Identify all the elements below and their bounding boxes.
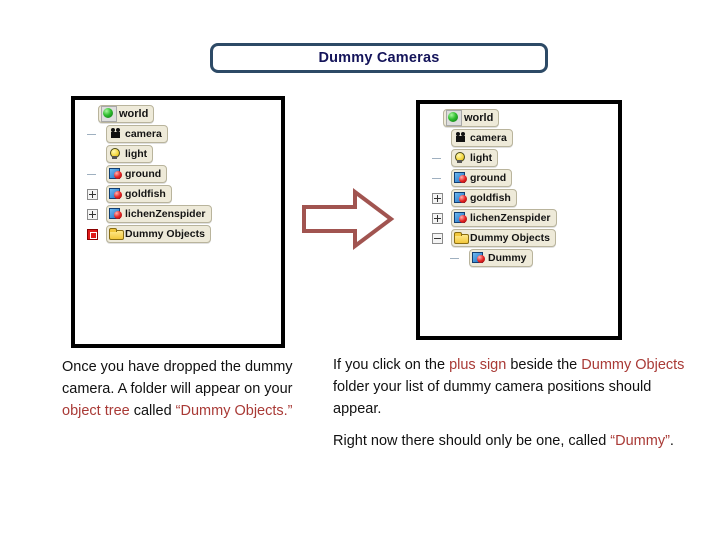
tree-node-label: lichenZenspider <box>125 207 206 220</box>
tree-row[interactable]: camera <box>75 124 281 144</box>
tree-row[interactable]: ground <box>75 164 281 184</box>
tree-node-label: camera <box>125 127 162 140</box>
tree-node[interactable]: light <box>106 145 154 163</box>
tree-node[interactable]: Dummy Objects <box>451 229 556 247</box>
tree-row[interactable]: ground <box>420 168 618 188</box>
expand-plus-icon[interactable] <box>87 208 98 220</box>
tree-node-label: ground <box>470 171 507 184</box>
caption-left: Once you have dropped the dummy camera. … <box>62 356 312 422</box>
right-arrow-icon <box>300 188 395 250</box>
world-icon <box>101 106 117 122</box>
tree-node[interactable]: Dummy Objects <box>106 225 211 243</box>
tree-node[interactable]: ground <box>451 169 513 187</box>
collapse-minus-icon[interactable] <box>432 232 443 244</box>
tree-toggle-none <box>79 109 90 120</box>
caption-right-p1-part3: folder your list of dummy camera positio… <box>333 379 652 418</box>
folder-icon <box>454 231 469 245</box>
tree-row[interactable]: Dummy Objects <box>420 228 618 248</box>
tree-row[interactable]: lichenZenspider <box>75 204 281 224</box>
caption-left-part1: Once you have dropped the dummy camera. … <box>62 359 293 398</box>
expand-plus-icon[interactable] <box>432 192 443 204</box>
tree-node-label: ground <box>125 167 162 180</box>
tree-node-label: Dummy Objects <box>125 227 205 240</box>
caption-right-p1-part1: If you click on the <box>333 357 450 373</box>
object-icon <box>454 211 468 225</box>
expand-plus-icon-highlighted[interactable] <box>87 228 98 240</box>
tree-toggle-none <box>432 133 443 144</box>
tree-node[interactable]: goldfish <box>451 189 517 207</box>
caption-right-paragraph-1: If you click on the plus sign beside the… <box>333 354 688 420</box>
object-icon <box>109 167 123 181</box>
tree-row[interactable]: light <box>420 148 618 168</box>
tree-row[interactable]: world <box>75 104 281 124</box>
tree-node[interactable]: lichenZenspider <box>106 205 212 223</box>
caption-right: If you click on the plus sign beside the… <box>333 354 688 452</box>
tree-node-label: Dummy Objects <box>470 231 550 244</box>
tree-row[interactable]: camera <box>420 128 618 148</box>
tree-before-rows: world camera light ground goldfish lichenZens… <box>75 100 281 344</box>
tree-node[interactable]: goldfish <box>106 185 172 203</box>
tree-connector-line <box>432 173 443 184</box>
tree-toggle-none <box>87 149 98 160</box>
tree-node-label: lichenZenspider <box>470 211 551 224</box>
caption-right-paragraph-2: Right now there should only be one, call… <box>333 430 688 452</box>
object-icon <box>109 187 123 201</box>
caption-left-part2: called <box>129 403 176 420</box>
tree-connector-line <box>87 129 98 140</box>
tree-row[interactable]: light <box>75 144 281 164</box>
page-title: Dummy Cameras <box>318 50 440 66</box>
caption-left-highlight-dummy-objects: “Dummy Objects.” <box>175 403 293 420</box>
expand-plus-icon[interactable] <box>87 188 98 200</box>
tree-node-label: world <box>119 107 149 120</box>
tree-node-label: light <box>470 151 493 164</box>
caption-right-p2-part2: . <box>669 433 674 450</box>
caption-right-p2-part1: Right now there should only be one, call… <box>333 433 611 450</box>
object-icon <box>454 171 468 185</box>
tree-node[interactable]: lichenZenspider <box>451 209 557 227</box>
tree-row[interactable]: lichenZenspider <box>420 208 618 228</box>
tree-row[interactable]: Dummy Objects <box>75 224 281 244</box>
tree-node[interactable]: camera <box>106 125 168 143</box>
object-icon <box>454 191 468 205</box>
tree-node-label: goldfish <box>125 187 166 200</box>
tree-node-label: light <box>125 147 148 160</box>
caption-right-p1-part2: beside the <box>506 357 582 373</box>
tree-node-label: Dummy <box>488 251 527 264</box>
light-icon <box>109 147 123 161</box>
caption-left-highlight-object-tree: object tree <box>62 403 130 420</box>
camera-icon <box>454 131 468 145</box>
caption-right-highlight-dummy: “Dummy” <box>610 433 670 450</box>
tree-node[interactable]: camera <box>451 129 513 147</box>
tree-row[interactable]: Dummy <box>420 248 618 268</box>
caption-right-highlight-dummy-objects: Dummy Objects <box>581 357 685 373</box>
light-icon <box>454 151 468 165</box>
expand-plus-icon[interactable] <box>432 212 443 224</box>
tree-after-rows: world camera light ground goldfish lichenZens… <box>420 104 618 336</box>
tree-row[interactable]: world <box>420 108 618 128</box>
tree-toggle-none <box>424 113 435 124</box>
tree-node[interactable]: light <box>451 149 499 167</box>
camera-icon <box>109 127 123 141</box>
world-icon <box>446 110 462 126</box>
object-tree-panel-after: world camera light ground goldfish lichenZens… <box>416 100 622 340</box>
object-icon <box>472 251 486 265</box>
tree-node[interactable]: ground <box>106 165 168 183</box>
tree-row[interactable]: goldfish <box>420 188 618 208</box>
tree-connector-line <box>87 169 98 180</box>
folder-icon <box>109 227 124 241</box>
tree-node-label: camera <box>470 131 507 144</box>
tree-node-label: goldfish <box>470 191 511 204</box>
tree-node[interactable]: world <box>98 105 155 123</box>
tree-row[interactable]: goldfish <box>75 184 281 204</box>
slide-title-box: Dummy Cameras <box>210 43 548 73</box>
tree-node[interactable]: Dummy <box>469 249 533 267</box>
object-icon <box>109 207 123 221</box>
caption-right-highlight-plus-sign: plus sign <box>449 357 507 373</box>
tree-connector-line <box>432 153 443 164</box>
object-tree-panel-before: world camera light ground goldfish lichenZens… <box>71 96 285 348</box>
tree-node[interactable]: world <box>443 109 500 127</box>
tree-node-label: world <box>464 111 494 124</box>
tree-connector-line <box>450 253 461 264</box>
